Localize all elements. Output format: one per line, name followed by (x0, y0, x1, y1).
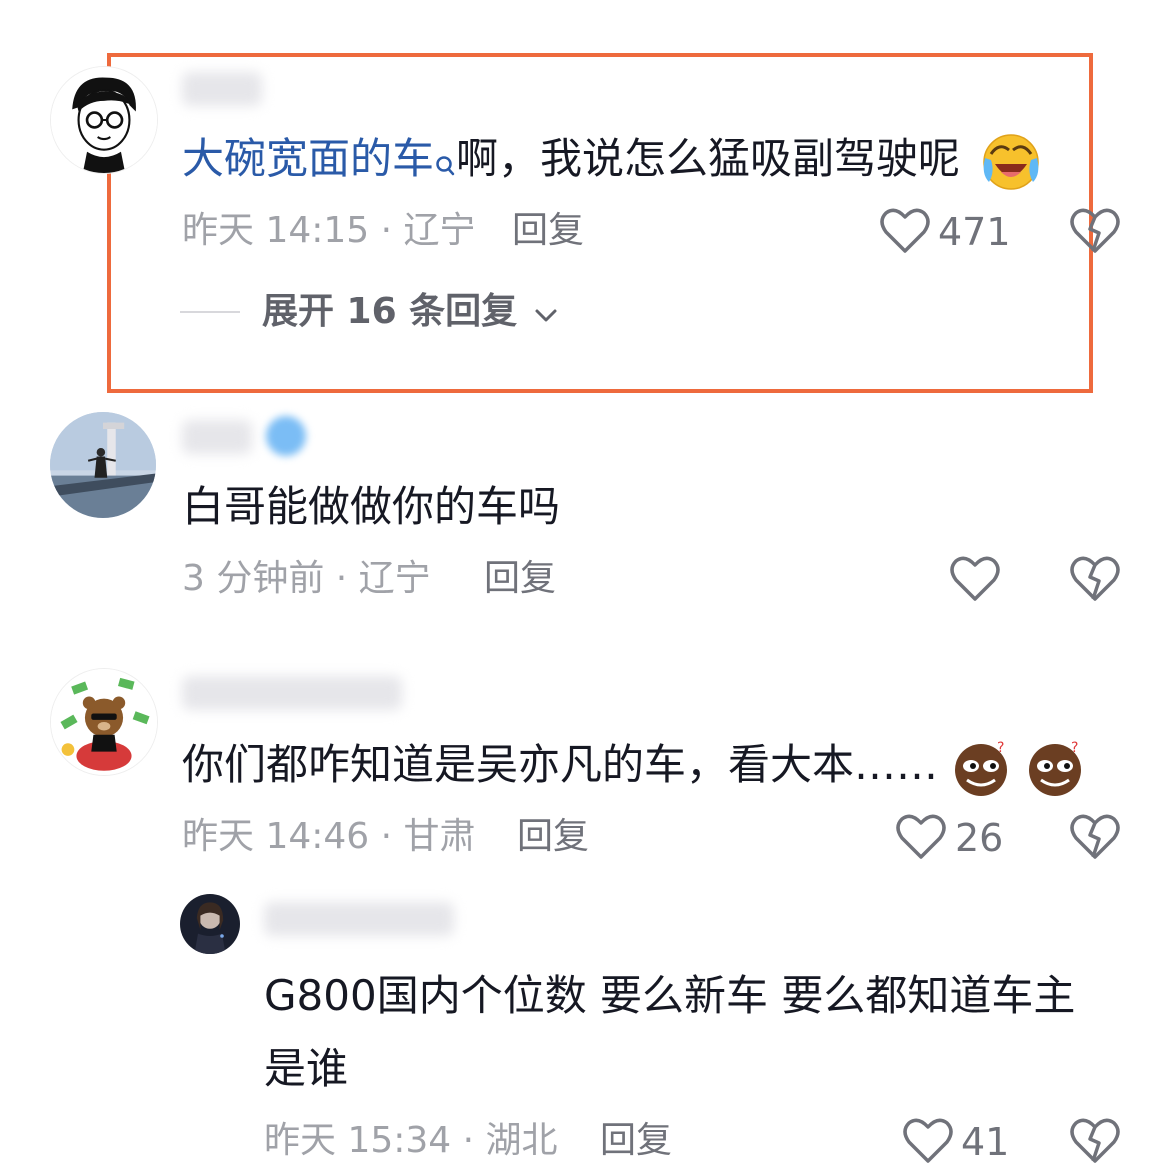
smirking-emoji-icon: ? (951, 738, 1011, 798)
crying-laughing-face-icon (981, 132, 1041, 192)
like-count: 41 (961, 1120, 1010, 1164)
dislike-broken-heart-icon[interactable] (1070, 555, 1120, 603)
comment-text: 白哥能做做你的车吗 (182, 482, 561, 531)
username-blurred[interactable] (182, 72, 262, 106)
reply-time-location: 昨天 15:34 · 湖北 (264, 1120, 558, 1161)
avatar[interactable] (180, 894, 240, 954)
dislike-broken-heart-icon[interactable] (1070, 1117, 1120, 1165)
reply-text-line1: G800国内个位数 要么新车 要么都知道车主 (264, 971, 1076, 1020)
like-heart-icon[interactable] (896, 813, 946, 861)
comment-text: 你们都咋知道是吴亦凡的车，看大本…… ? ? (182, 730, 1085, 800)
like-heart-icon[interactable] (950, 555, 1000, 603)
reply-text-line2: 是谁 (264, 1044, 349, 1093)
expand-replies-label: 展开 16 条回复 (262, 291, 518, 332)
search-icon[interactable] (434, 132, 456, 176)
comment-time-location: 昨天 14:46 · 甘肃 (182, 816, 476, 857)
avatar[interactable] (50, 668, 158, 776)
username-blurred[interactable] (182, 420, 252, 454)
verified-badge-icon (266, 416, 306, 456)
like-count: 471 (938, 210, 1011, 254)
like-heart-icon[interactable] (903, 1117, 953, 1165)
username-blurred[interactable] (182, 676, 402, 710)
avatar[interactable] (50, 66, 158, 174)
chevron-down-icon (534, 291, 558, 335)
reply-button[interactable]: 回复 (512, 209, 584, 253)
expand-replies-button[interactable]: 展开 16 条回复 (262, 290, 558, 335)
reply-button[interactable]: 回复 (517, 815, 589, 859)
svg-text:?: ? (997, 740, 1004, 756)
dislike-broken-heart-icon[interactable] (1070, 207, 1120, 255)
like-count: 26 (955, 816, 1004, 860)
comment-body: 啊，我说怎么猛吸副驾驶呢 (456, 134, 961, 183)
comment-body: 你们都咋知道是吴亦凡的车，看大本…… (182, 740, 939, 789)
expand-divider-line (180, 311, 240, 313)
reply-button[interactable]: 回复 (484, 557, 556, 601)
comment-text: 大碗宽面的车 啊，我说怎么猛吸副驾驶呢 (182, 124, 1041, 194)
dislike-broken-heart-icon[interactable] (1070, 813, 1120, 861)
username-blurred[interactable] (264, 902, 454, 936)
comment-time-location: 3 分钟前 · 辽宁 (182, 558, 431, 599)
mention-link[interactable]: 大碗宽面的车 (182, 134, 434, 183)
smirking-emoji-icon: ? (1025, 738, 1085, 798)
comment-time-location: 昨天 14:15 · 辽宁 (182, 210, 476, 251)
avatar[interactable] (50, 412, 156, 518)
like-heart-icon[interactable] (880, 207, 930, 255)
svg-text:?: ? (1071, 740, 1078, 756)
reply-button[interactable]: 回复 (600, 1119, 672, 1163)
